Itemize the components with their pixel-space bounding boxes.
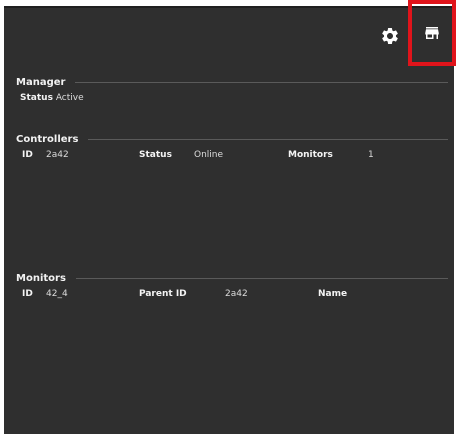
manager-section: Manager Status Active: [16, 75, 448, 103]
monitor-id-value: 42_4: [46, 289, 68, 299]
monitors-title: Monitors: [16, 272, 66, 284]
settings-button[interactable]: [376, 22, 404, 50]
controllers-section: Controllers ID 2a42 Status Online Monito…: [16, 132, 448, 164]
storefront-icon: [425, 27, 439, 39]
manager-title: Manager: [16, 76, 66, 88]
manager-status-row: Status Active: [16, 93, 448, 103]
gear-icon: [382, 27, 398, 44]
monitors-divider: [75, 277, 448, 279]
controllers-divider: [88, 138, 448, 140]
monitor-id-label: ID: [22, 289, 33, 299]
monitors-header: Monitors: [16, 271, 448, 285]
manager-status-value: Active: [55, 93, 84, 103]
controller-row[interactable]: ID 2a42 Status Online Monitors 1: [16, 150, 448, 164]
controllers-header: Controllers: [16, 132, 448, 146]
store-button[interactable]: [408, 0, 456, 66]
controller-id-label: ID: [22, 150, 33, 160]
controllers-title: Controllers: [16, 133, 79, 145]
monitors-section: Monitors ID 42_4 Parent ID 2a42 Name: [16, 271, 448, 303]
top-divider: [4, 6, 454, 8]
controller-status-label: Status: [139, 150, 172, 160]
monitoring-panel: Manager Status Active Controllers ID 2a4…: [4, 0, 456, 434]
controller-monitors-value: 1: [368, 150, 374, 160]
manager-status-label: Status: [20, 93, 53, 103]
monitor-parent-value: 2a42: [225, 289, 248, 299]
controller-status-value: Online: [194, 150, 224, 160]
controller-id-value: 2a42: [46, 150, 69, 160]
monitor-parent-label: Parent ID: [139, 289, 187, 299]
manager-divider: [75, 81, 448, 83]
monitor-row[interactable]: ID 42_4 Parent ID 2a42 Name: [16, 289, 448, 303]
manager-header: Manager: [16, 75, 448, 89]
monitor-name-label: Name: [318, 289, 348, 299]
controller-monitors-label: Monitors: [288, 150, 333, 160]
